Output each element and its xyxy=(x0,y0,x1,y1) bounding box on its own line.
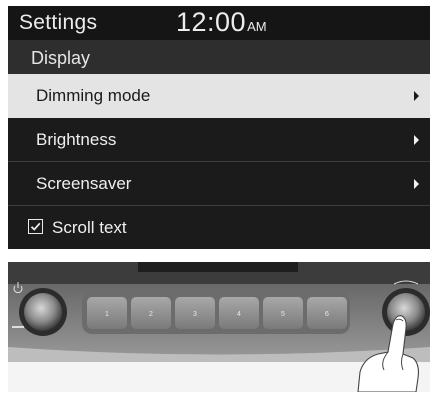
menu-item-brightness[interactable]: Brightness xyxy=(8,118,430,162)
checkbox-checked-icon[interactable] xyxy=(28,219,43,234)
preset-label-1: 1 xyxy=(105,311,109,318)
screen-title: Settings xyxy=(19,11,98,34)
indicator-mark xyxy=(12,326,24,328)
head-unit-screen: Settings 12:00AM Display Dimming mode Br… xyxy=(8,6,430,249)
arrow-right-icon xyxy=(414,135,419,145)
clock-ampm: AM xyxy=(247,19,267,34)
arrow-right-icon xyxy=(414,179,419,189)
clock-time: 12:00 xyxy=(176,7,247,37)
preset-label-4: 4 xyxy=(237,311,241,318)
power-volume-knob[interactable] xyxy=(19,288,67,336)
preset-label-3: 3 xyxy=(193,311,197,318)
hardware-illustration: 1 2 3 4 5 6 xyxy=(8,262,430,392)
menu-item-label: Dimming mode xyxy=(36,86,151,105)
section-title: Display xyxy=(31,48,91,68)
arrow-right-icon xyxy=(414,91,419,101)
section-header: Display xyxy=(8,40,430,74)
menu-item-label: Brightness xyxy=(36,130,117,149)
scroll-text-toggle[interactable]: Scroll text xyxy=(8,206,430,249)
menu-item-dimming-mode[interactable]: Dimming mode xyxy=(8,74,430,118)
preset-label-6: 6 xyxy=(325,311,329,318)
head-unit-hardware-photo: 1 2 3 4 5 6 xyxy=(8,262,430,392)
status-bar: Settings 12:00AM xyxy=(8,6,430,40)
preset-label-2: 2 xyxy=(149,311,153,318)
menu-item-screensaver[interactable]: Screensaver xyxy=(8,162,430,206)
clock: 12:00AM xyxy=(176,7,267,38)
scroll-text-label: Scroll text xyxy=(52,218,127,237)
preset-label-5: 5 xyxy=(281,311,285,318)
menu-item-label: Screensaver xyxy=(36,174,132,193)
